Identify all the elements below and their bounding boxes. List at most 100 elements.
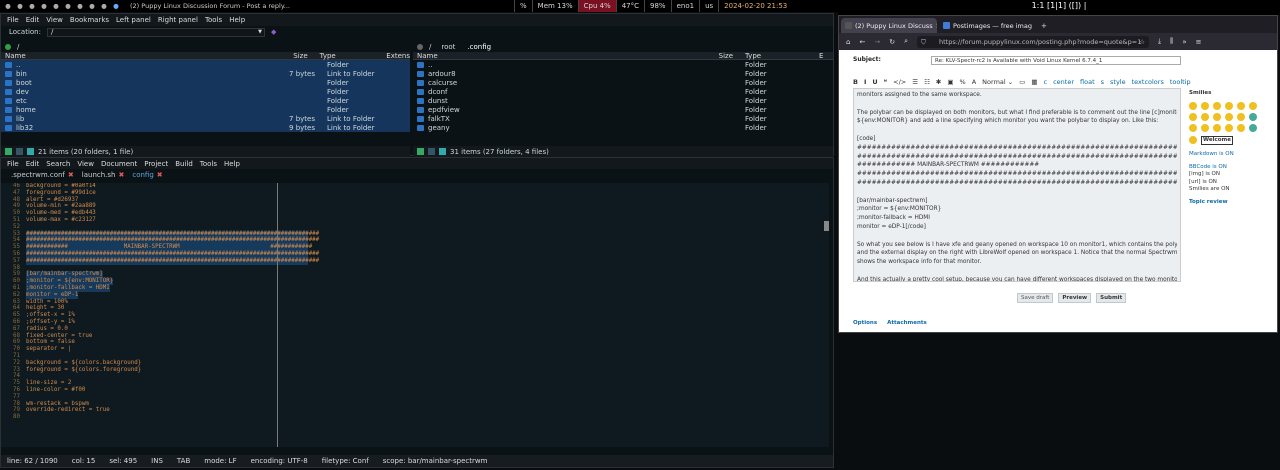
toolbar-button[interactable]: style — [1110, 78, 1126, 86]
col-ext[interactable]: E — [813, 52, 823, 60]
toolbar-button[interactable]: U — [872, 78, 877, 86]
code-line[interactable]: ########################################… — [26, 257, 319, 265]
menu-project[interactable]: Project — [144, 160, 168, 168]
menu-edit[interactable]: Edit — [26, 16, 40, 24]
code-line[interactable]: ;monitor = ${env:MONITOR} — [26, 278, 114, 285]
smiley-icon[interactable] — [1213, 112, 1221, 121]
tab-attachments[interactable]: Attachments — [887, 320, 927, 326]
workspace-1[interactable]: ● — [2, 2, 14, 10]
toolbar-button[interactable]: ☰ — [912, 78, 918, 86]
file-row[interactable]: lib32 9 bytes Link to Folder — [1, 123, 410, 132]
toolbar-button[interactable]: ▣ — [947, 78, 953, 86]
code-line[interactable]: volume-min = #2aa889 — [26, 203, 829, 210]
file-row[interactable]: falkTX Folder — [413, 114, 833, 123]
code-line[interactable]: monitor = eDP-1 — [26, 291, 79, 299]
smiley-icon[interactable] — [1213, 101, 1221, 110]
file-row[interactable]: .. Folder — [1, 60, 410, 69]
smiley-icon[interactable] — [1249, 101, 1257, 110]
file-row[interactable]: geany Folder — [413, 123, 833, 132]
workspace-5[interactable]: ● — [50, 2, 62, 10]
code-line[interactable]: background = ${colors.background} — [26, 360, 829, 367]
file-row[interactable]: .. Folder — [413, 60, 833, 69]
code-lines[interactable]: background = #0a0f14 foreground = #99d1ce… — [26, 183, 829, 421]
smiley-icon[interactable] — [1249, 123, 1257, 132]
toolbar-button[interactable]: tooltip — [1170, 78, 1191, 86]
code-line[interactable]: override-redirect = true — [26, 407, 829, 414]
menu-file[interactable]: File — [7, 160, 19, 168]
code-line[interactable]: ;offset-y = 1% — [26, 319, 829, 326]
workspace-2[interactable]: ● — [14, 2, 26, 10]
code-line[interactable]: fixed-center = true — [26, 333, 829, 340]
smiley-icon[interactable] — [1225, 123, 1233, 132]
search-icon[interactable]: ⌕ — [904, 37, 908, 46]
menu-document[interactable]: Document — [101, 160, 137, 168]
code-line[interactable]: radius = 0.0 — [26, 326, 829, 333]
home-icon[interactable]: ⌂ — [846, 38, 850, 46]
code-line[interactable] — [26, 373, 829, 380]
welcome-smiley[interactable]: Welcome — [1201, 135, 1233, 145]
new-tab-button[interactable]: + — [1037, 22, 1051, 33]
close-icon[interactable]: ✖ — [68, 171, 74, 179]
path-button[interactable]: root — [441, 43, 455, 51]
file-row[interactable]: boot Folder — [1, 78, 410, 87]
menu-file[interactable]: File — [7, 16, 19, 24]
smiley-icon[interactable] — [1213, 123, 1221, 132]
code-line[interactable]: background = #0a0f14 — [26, 183, 829, 190]
forward-icon[interactable]: → — [874, 38, 880, 46]
smiley-icon[interactable] — [1189, 101, 1197, 110]
file-row[interactable]: calcurse Folder — [413, 78, 833, 87]
menu-icon[interactable]: ≡ — [1196, 38, 1202, 46]
smiley-grid[interactable] — [1189, 101, 1269, 132]
smiley-icon[interactable] — [1237, 112, 1245, 121]
file-row[interactable]: ardour8 Folder — [413, 69, 833, 78]
tab-options[interactable]: Options — [853, 320, 877, 326]
code-line[interactable]: line-size = 2 — [26, 380, 829, 387]
library-icon[interactable]: ⫼ — [1170, 37, 1173, 46]
code-line[interactable]: volume-med = #edb443 — [26, 210, 829, 217]
code-line[interactable]: foreground = #99d1ce — [26, 190, 829, 197]
toolbar-button[interactable]: B — [853, 78, 858, 86]
close-icon[interactable]: ✖ — [157, 171, 163, 179]
col-size[interactable]: Size — [265, 52, 307, 60]
go-icon[interactable]: ◆ — [271, 28, 276, 36]
smiley-icon[interactable] — [1201, 123, 1209, 132]
code-line[interactable]: bottom = false — [26, 339, 829, 346]
code-line[interactable]: ;monitor-fallback = HDMI — [26, 284, 110, 292]
col-name[interactable]: Name — [1, 52, 265, 60]
code-line[interactable]: alert = #d26937 — [26, 197, 829, 204]
workspace-9[interactable]: ● — [98, 2, 110, 10]
file-row[interactable]: home Folder — [1, 105, 410, 114]
smiley-icon[interactable] — [1249, 112, 1257, 121]
toolbar-button[interactable]: c — [1044, 78, 1048, 86]
code-line[interactable]: foreground = ${colors.foreground} — [26, 367, 829, 374]
toolbar-button[interactable]: Normal ⌄ — [982, 78, 1013, 86]
file-row[interactable]: etc Folder — [1, 96, 410, 105]
menu-help[interactable]: Help — [224, 160, 240, 168]
bookmark-star-icon[interactable]: ☆ — [1139, 36, 1145, 48]
code-line[interactable] — [26, 224, 829, 231]
filter-icon[interactable] — [27, 148, 34, 155]
toolbar-button[interactable]: center — [1053, 78, 1074, 86]
browser-tab[interactable]: Postimages — free imag✕ — [939, 18, 1035, 33]
workspace-6[interactable]: ● — [62, 2, 74, 10]
smiley-icon[interactable] — [1237, 123, 1245, 132]
col-name[interactable]: Name — [413, 52, 693, 60]
code-line[interactable]: height = 30 — [26, 305, 829, 312]
path-button[interactable]: / — [429, 43, 431, 51]
scrollbar-thumb[interactable] — [824, 221, 829, 231]
file-row[interactable]: bin 7 bytes Link to Folder — [1, 69, 410, 78]
smiley-icon[interactable] — [1189, 123, 1197, 132]
location-input[interactable]: / ▼ — [46, 27, 265, 37]
markdown-status[interactable]: Markdown is ON — [1189, 151, 1234, 157]
toolbar-button[interactable]: ▦ — [1031, 78, 1037, 86]
menu-left-panel[interactable]: Left panel — [116, 16, 151, 24]
code-line[interactable] — [26, 353, 829, 360]
message-textarea[interactable]: monitors assigned to the same workspace.… — [853, 88, 1181, 282]
code-editor[interactable]: 46 47 48 49 50 51 52 53 54 55 56 57 58 59 60 61 62 63 64 65… — [1, 183, 829, 447]
save-draft-button[interactable]: Save draft — [1017, 293, 1054, 303]
col-ext[interactable]: Extens — [376, 52, 410, 60]
menu-help[interactable]: Help — [229, 16, 245, 24]
toolbar-button[interactable]: float — [1080, 78, 1095, 86]
toolbar-button[interactable]: % — [960, 78, 966, 86]
workspace-7[interactable]: ● — [74, 2, 86, 10]
